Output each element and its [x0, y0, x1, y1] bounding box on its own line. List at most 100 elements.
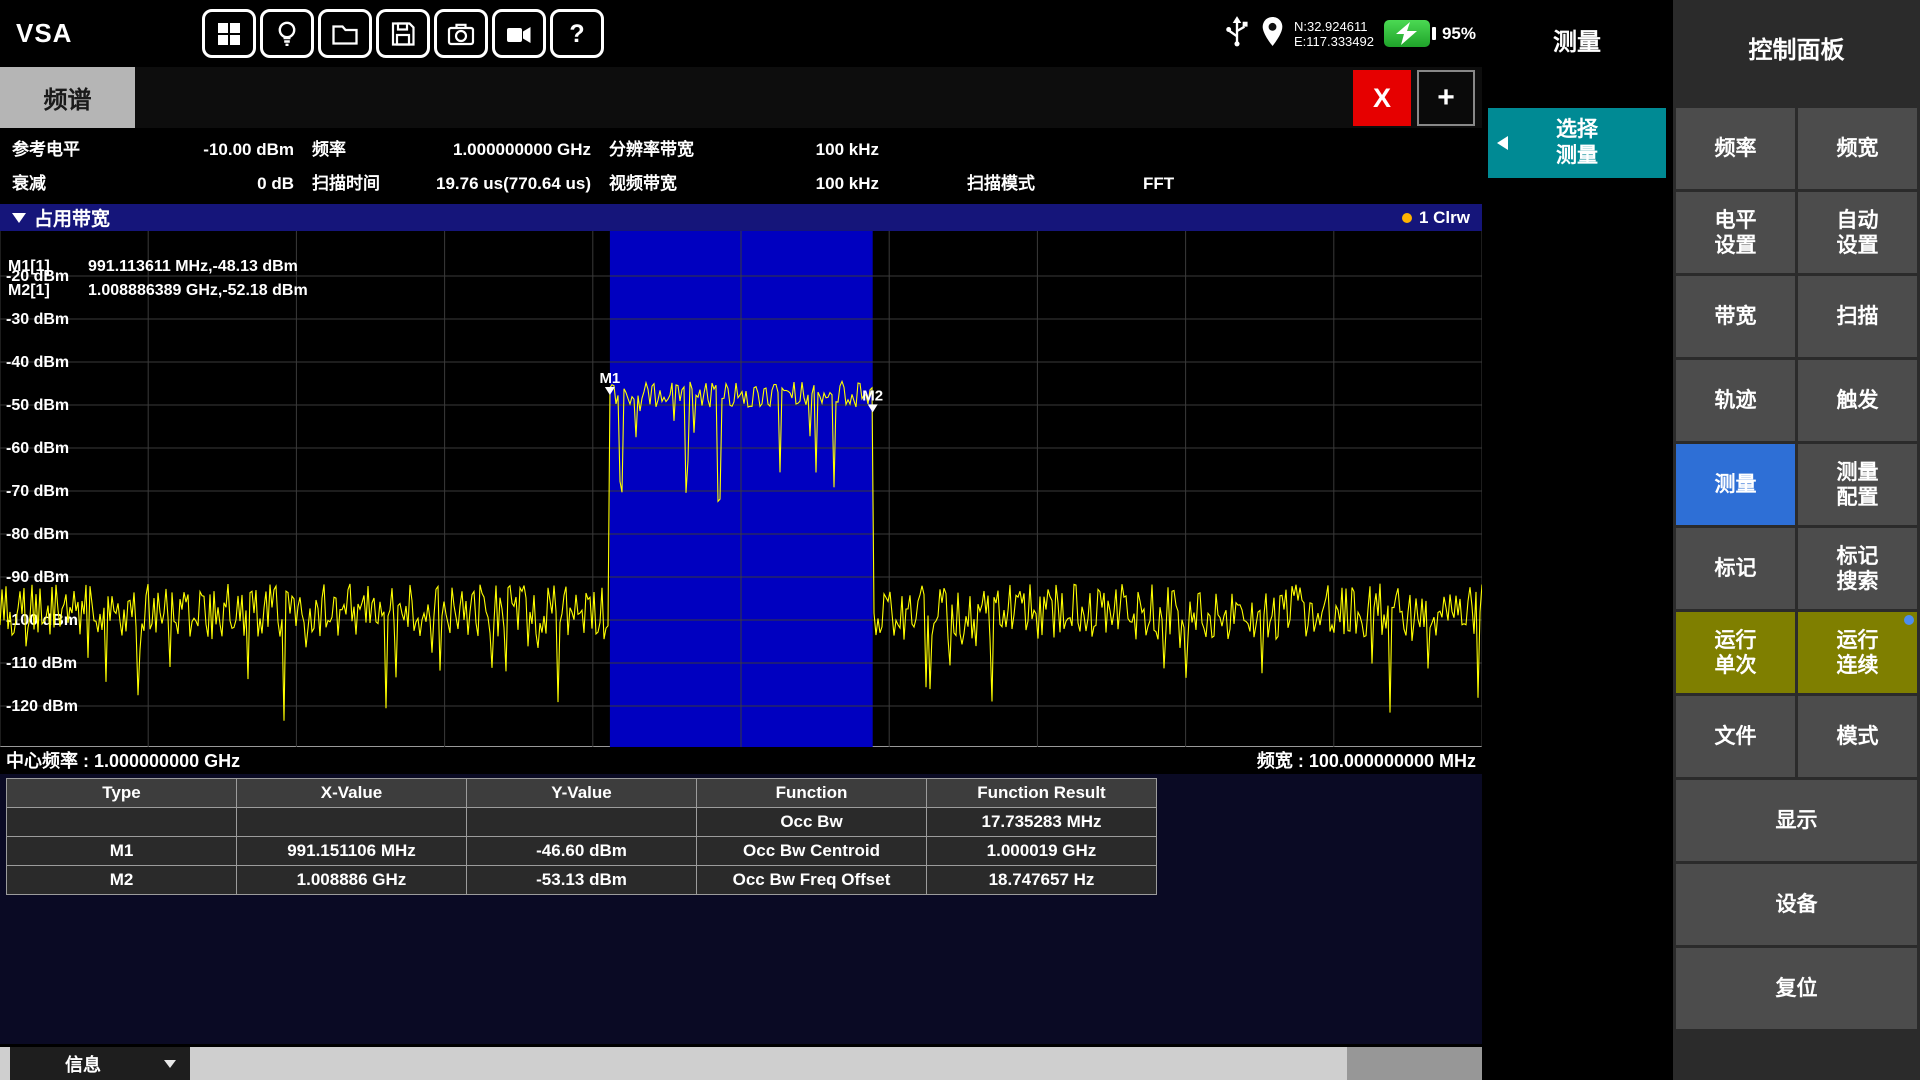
- control-button-run-single[interactable]: 运行单次: [1676, 612, 1795, 693]
- gps-coordinates: N:32.924611 E:117.333492: [1294, 19, 1374, 49]
- measure-panel-title: 测量: [1482, 0, 1672, 57]
- control-button-level-setup[interactable]: 电平设置: [1676, 192, 1795, 273]
- table-header-cell: Function: [697, 779, 927, 808]
- y-axis-labels: -20 dBm-30 dBm-40 dBm-50 dBm-60 dBm-70 d…: [6, 268, 78, 715]
- y-tick-label: -120 dBm: [6, 698, 78, 715]
- tab-spectrum[interactable]: 频谱: [0, 67, 135, 128]
- sweep-time-label: 扫描时间: [312, 170, 412, 198]
- table-row[interactable]: Occ Bw17.735283 MHz: [7, 808, 1157, 837]
- table-header-cell: Type: [7, 779, 237, 808]
- screenshot-icon[interactable]: [434, 9, 488, 58]
- spectrum-plot-area[interactable]: -20 dBm-30 dBm-40 dBm-50 dBm-60 dBm-70 d…: [0, 231, 1482, 747]
- control-button-auto-setup[interactable]: 自动设置: [1798, 192, 1917, 273]
- control-button-trace[interactable]: 轨迹: [1676, 360, 1795, 441]
- gps-longitude: E:117.333492: [1294, 34, 1374, 49]
- windows-icon[interactable]: [202, 9, 256, 58]
- control-button-reset[interactable]: 复位: [1676, 948, 1917, 1029]
- y-tick-label: -60 dBm: [6, 440, 69, 457]
- table-cell: Occ Bw Centroid: [697, 837, 927, 866]
- marker2-readout-value: 1.008886389 GHz,-52.18 dBm: [88, 282, 308, 299]
- vbw-value[interactable]: 100 kHz: [765, 170, 879, 198]
- app-logo: VSA: [16, 18, 72, 49]
- table-cell: Occ Bw: [697, 808, 927, 837]
- trace-color-dot: [1402, 213, 1412, 223]
- y-tick-label: -110 dBm: [6, 655, 77, 672]
- control-button-display[interactable]: 显示: [1676, 780, 1917, 861]
- control-button-sweep[interactable]: 扫描: [1798, 276, 1917, 357]
- results-table: TypeX-ValueY-ValueFunctionFunction Resul…: [6, 778, 1157, 895]
- svg-text:?: ?: [569, 20, 584, 48]
- select-measurement-button[interactable]: 选择 测量: [1488, 108, 1666, 178]
- control-button-marker-search[interactable]: 标记搜索: [1798, 528, 1917, 609]
- table-header-cell: Function Result: [927, 779, 1157, 808]
- chevron-left-icon: [1497, 136, 1508, 150]
- marker1-readout-value: 991.113611 MHz,-48.13 dBm: [88, 258, 298, 275]
- control-button-device[interactable]: 设备: [1676, 864, 1917, 945]
- top-bar: VSA ?: [0, 0, 1482, 67]
- chart-header-bar: 占用带宽 1 Clrw: [0, 204, 1482, 231]
- chevron-down-icon: [164, 1060, 176, 1068]
- vbw-label: 视频带宽: [609, 170, 759, 198]
- table-cell: [7, 808, 237, 837]
- frequency-label: 频率: [312, 136, 412, 164]
- trace-legend[interactable]: 1 Clrw: [1419, 208, 1470, 228]
- control-button-file[interactable]: 文件: [1676, 696, 1795, 777]
- control-button-grid: 频率频宽电平设置自动设置带宽扫描轨迹触发测量测量配置标记标记搜索运行单次运行连续…: [1676, 108, 1917, 1029]
- active-indicator-dot: [1904, 615, 1914, 625]
- marker-label: M2: [862, 387, 883, 404]
- table-cell: [467, 808, 697, 837]
- record-icon[interactable]: [492, 9, 546, 58]
- select-measurement-line1: 选择: [1556, 117, 1598, 143]
- marker2-readout-name: M2[1]: [8, 282, 50, 299]
- help-icon[interactable]: ?: [550, 9, 604, 58]
- table-cell: -53.13 dBm: [467, 866, 697, 895]
- control-button-marker[interactable]: 标记: [1676, 528, 1795, 609]
- ref-level-value[interactable]: -10.00 dBm: [150, 136, 294, 164]
- y-tick-label: -50 dBm: [6, 397, 69, 414]
- battery-icon: [1384, 20, 1430, 47]
- table-cell: 18.747657 Hz: [927, 866, 1157, 895]
- usb-icon: [1223, 15, 1251, 52]
- gps-latitude: N:32.924611: [1294, 19, 1374, 34]
- sweep-time-value[interactable]: 19.76 us(770.64 us): [400, 170, 591, 198]
- y-tick-label: -70 dBm: [6, 483, 69, 500]
- grid-lines: [0, 231, 1482, 747]
- rbw-value[interactable]: 100 kHz: [765, 136, 879, 164]
- status-bar-segment: [1347, 1047, 1482, 1080]
- attenuation-value[interactable]: 0 dB: [150, 170, 294, 198]
- top-bar-status: N:32.924611 E:117.333492 95%: [1223, 0, 1476, 67]
- settings-bar: 参考电平 -10.00 dBm 频率 1.000000000 GHz 分辨率带宽…: [0, 128, 1482, 204]
- add-tab-button[interactable]: +: [1417, 70, 1475, 126]
- control-button-run-continuous[interactable]: 运行连续: [1798, 612, 1917, 693]
- close-tab-button[interactable]: X: [1353, 70, 1411, 126]
- status-bar: 信息: [0, 1047, 1482, 1080]
- select-measurement-line2: 测量: [1556, 143, 1598, 169]
- control-panel: 控制面板 频率频宽电平设置自动设置带宽扫描轨迹触发测量测量配置标记标记搜索运行单…: [1673, 0, 1920, 1080]
- table-row[interactable]: M21.008886 GHz-53.13 dBmOcc Bw Freq Offs…: [7, 866, 1157, 895]
- frequency-value[interactable]: 1.000000000 GHz: [415, 136, 591, 164]
- y-tick-label: -30 dBm: [6, 311, 69, 328]
- folder-icon[interactable]: [318, 9, 372, 58]
- spectrum-plot: -20 dBm-30 dBm-40 dBm-50 dBm-60 dBm-70 d…: [0, 231, 1482, 747]
- collapse-icon[interactable]: [12, 213, 26, 223]
- table-cell: -46.60 dBm: [467, 837, 697, 866]
- save-icon[interactable]: [376, 9, 430, 58]
- info-dropdown[interactable]: 信息: [10, 1047, 190, 1080]
- table-cell: [237, 808, 467, 837]
- marker-label: M1: [599, 370, 620, 387]
- bulb-icon[interactable]: [260, 9, 314, 58]
- control-button-trigger[interactable]: 触发: [1798, 360, 1917, 441]
- control-button-frequency[interactable]: 频率: [1676, 108, 1795, 189]
- table-header-row: TypeX-ValueY-ValueFunctionFunction Resul…: [7, 779, 1157, 808]
- control-button-measure[interactable]: 测量: [1676, 444, 1795, 525]
- y-tick-label: -40 dBm: [6, 354, 69, 371]
- control-button-bandwidth[interactable]: 带宽: [1676, 276, 1795, 357]
- control-button-measure-config[interactable]: 测量配置: [1798, 444, 1917, 525]
- toolbar: ?: [202, 9, 604, 58]
- control-panel-title: 控制面板: [1673, 0, 1920, 65]
- table-row[interactable]: M1991.151106 MHz-46.60 dBmOcc Bw Centroi…: [7, 837, 1157, 866]
- control-button-span[interactable]: 频宽: [1798, 108, 1917, 189]
- table-cell: M2: [7, 866, 237, 895]
- sweep-mode-value[interactable]: FFT: [1143, 170, 1213, 198]
- control-button-mode[interactable]: 模式: [1798, 696, 1917, 777]
